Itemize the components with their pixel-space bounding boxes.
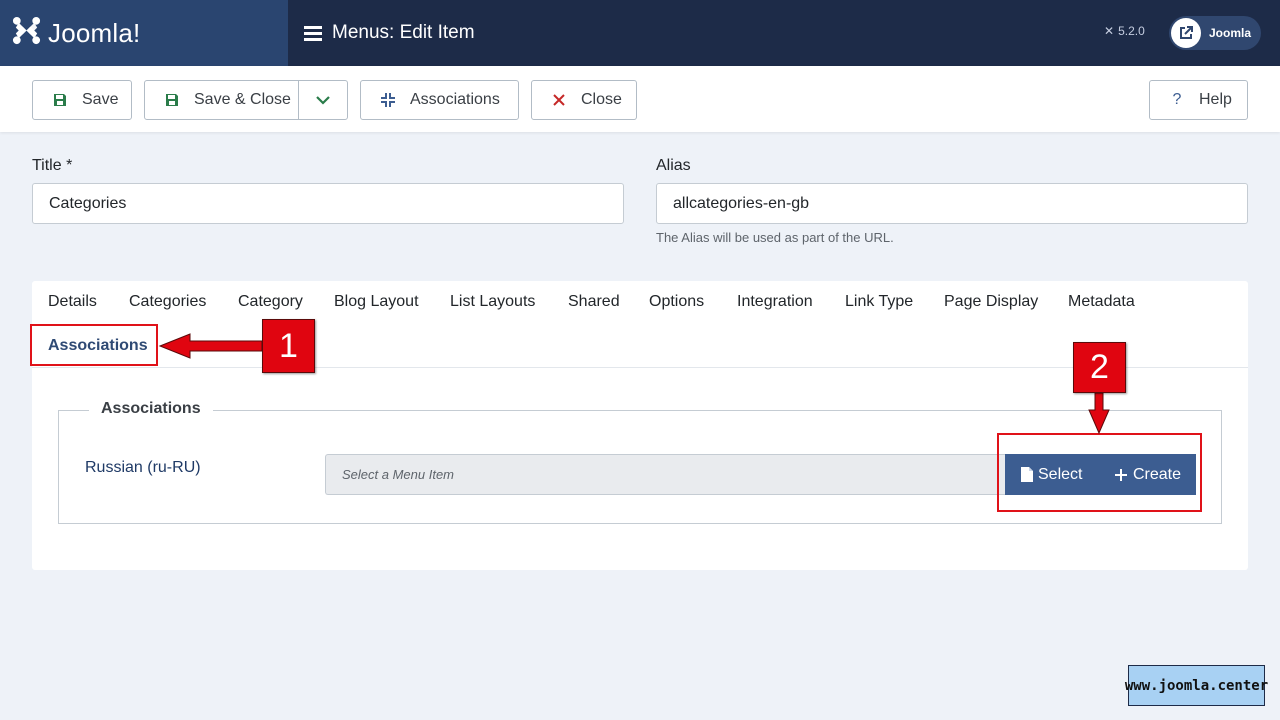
annotation-marker-2: 2 bbox=[1073, 342, 1126, 393]
annotation-arrow-1 bbox=[158, 333, 263, 359]
watermark: www.joomla.center bbox=[1125, 665, 1268, 706]
annotation-marker-1: 1 bbox=[262, 319, 315, 373]
annotation-arrow-2 bbox=[1088, 392, 1110, 435]
